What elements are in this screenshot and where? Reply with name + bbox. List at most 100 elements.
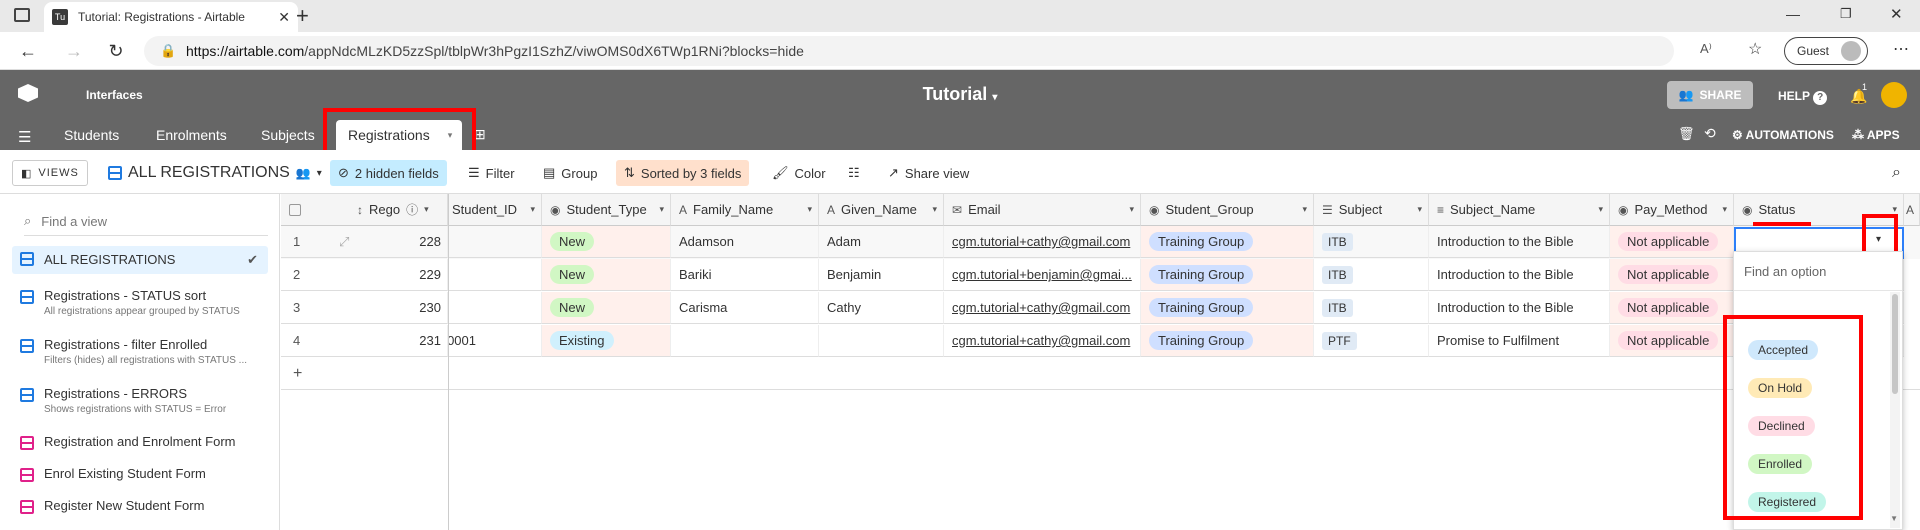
share-view-button[interactable]: ↗ Share view xyxy=(880,160,977,186)
close-tab-icon[interactable]: ✕ xyxy=(278,9,290,26)
help-link[interactable]: HELP ? xyxy=(1778,89,1828,105)
cell-given[interactable]: Benjamin xyxy=(819,259,944,291)
cell-subject-name[interactable]: Introduction to the Bible xyxy=(1429,292,1610,324)
menu-icon[interactable]: ☰ xyxy=(18,128,31,146)
sidebar-form-enrol-existing[interactable]: Enrol Existing Student Form xyxy=(12,466,268,482)
column-header-subject-name[interactable]: ≡ Subject_Name ▾ xyxy=(1429,194,1610,226)
email-link[interactable]: cgm.tutorial+benjamin@gmai... xyxy=(952,267,1132,282)
cell-student-id[interactable] xyxy=(448,292,542,324)
cell-student-type[interactable]: Existing xyxy=(542,325,671,357)
view-name-button[interactable]: ALL REGISTRATIONS 👥 ▾ xyxy=(100,160,330,186)
column-header-student-group[interactable]: ◉ Student_Group ▾ xyxy=(1141,194,1314,226)
subject-link-chip[interactable]: ITB xyxy=(1322,298,1353,317)
sidebar-view-errors[interactable]: Registrations - ERRORS Shows registratio… xyxy=(12,386,268,415)
forward-arrow-icon[interactable]: → xyxy=(60,38,88,64)
column-header-next[interactable]: A xyxy=(1904,194,1920,226)
cell-student-group[interactable]: Training Group xyxy=(1141,259,1314,291)
cell-student-group[interactable]: Training Group xyxy=(1141,226,1314,258)
cell-pay-method[interactable]: Not applicable xyxy=(1610,226,1734,258)
tab-students[interactable]: Students xyxy=(52,120,131,150)
column-header-student-type[interactable]: ◉ Student_Type ▾ xyxy=(542,194,671,226)
cell-row-number-rego[interactable]: 1 ⤢ 228 xyxy=(281,226,448,258)
url-input[interactable]: 🔒 https://airtable.com/appNdcMLzKD5zzSpl… xyxy=(144,36,1674,66)
email-link[interactable]: cgm.tutorial+cathy@gmail.com xyxy=(952,300,1130,315)
column-header-subject[interactable]: ☰ Subject ▾ xyxy=(1314,194,1429,226)
column-header-student-id[interactable]: Student_ID ▾ xyxy=(448,194,542,226)
apps-button[interactable]: ⁂ APPS xyxy=(1852,128,1900,142)
cell-email[interactable]: cgm.tutorial+benjamin@gmai... xyxy=(944,259,1141,291)
cell-family[interactable]: Carisma xyxy=(671,292,819,324)
share-button[interactable]: 👥 SHARE xyxy=(1667,81,1753,109)
cell-student-id[interactable] xyxy=(448,259,542,291)
cell-student-id[interactable]: 10001 xyxy=(448,325,542,357)
cell-student-group[interactable]: Training Group xyxy=(1141,292,1314,324)
sort-button[interactable]: ⇅ Sorted by 3 fields xyxy=(616,160,750,186)
guest-profile-button[interactable]: Guest xyxy=(1784,37,1868,65)
cell-pay-method[interactable]: Not applicable xyxy=(1610,259,1734,291)
group-button[interactable]: ▤ Group xyxy=(535,160,605,186)
find-view-input[interactable]: ⌕ Find a view xyxy=(24,210,268,232)
cell-given[interactable]: Cathy xyxy=(819,292,944,324)
filter-button[interactable]: ☰ Filter xyxy=(460,160,523,186)
column-header-family-name[interactable]: A Family_Name ▾ xyxy=(671,194,819,226)
cell-subject[interactable]: PTF xyxy=(1314,325,1429,357)
new-tab-icon[interactable]: + xyxy=(296,3,309,29)
read-aloud-icon[interactable]: A⁾ xyxy=(1700,41,1712,57)
cell-student-type[interactable]: New xyxy=(542,292,671,324)
minimize-icon[interactable]: — xyxy=(1786,6,1800,22)
cell-given[interactable]: Adam xyxy=(819,226,944,258)
sidebar-form-registration-enrolment[interactable]: Registration and Enrolment Form xyxy=(12,434,268,450)
column-header-email[interactable]: ✉ Email ▾ xyxy=(944,194,1141,226)
row-height-icon[interactable]: ☷ xyxy=(840,160,868,186)
cell-family[interactable] xyxy=(671,325,819,357)
add-record-button[interactable]: + xyxy=(281,358,448,390)
back-arrow-icon[interactable]: ← xyxy=(14,38,42,64)
tab-actions-icon[interactable] xyxy=(14,8,30,22)
cell-family[interactable]: Bariki xyxy=(671,259,819,291)
dropdown-scrollbar[interactable] xyxy=(1890,292,1900,528)
history-icon[interactable]: ⟲ xyxy=(1704,125,1716,142)
restore-icon[interactable]: ❐ xyxy=(1840,6,1852,22)
cell-row-number-rego[interactable]: 3 230 xyxy=(281,292,448,324)
automations-button[interactable]: ⚙ AUTOMATIONS xyxy=(1732,128,1834,142)
favorites-icon[interactable]: ☆ xyxy=(1748,39,1762,59)
cell-row-number-rego[interactable]: 4 231 xyxy=(281,325,448,357)
sidebar-view-status-sort[interactable]: Registrations - STATUS sort All registra… xyxy=(12,288,268,317)
sidebar-view-all-registrations[interactable]: ALL REGISTRATIONS ✔ xyxy=(12,246,268,274)
sidebar-form-register-new[interactable]: Register New Student Form xyxy=(12,498,268,514)
find-option-input[interactable]: Find an option xyxy=(1744,264,1826,279)
cell-email[interactable]: cgm.tutorial+cathy@gmail.com xyxy=(944,226,1141,258)
hidden-fields-button[interactable]: ⊘ 2 hidden fields xyxy=(330,160,447,186)
cell-subject[interactable]: ITB xyxy=(1314,226,1429,258)
tab-enrolments[interactable]: Enrolments xyxy=(144,120,239,150)
subject-link-chip[interactable]: PTF xyxy=(1322,331,1357,350)
select-all-checkbox[interactable] xyxy=(289,203,301,216)
scrollbar-thumb[interactable] xyxy=(1892,294,1898,394)
trash-icon[interactable]: 🗑 xyxy=(1678,126,1695,142)
subject-link-chip[interactable]: ITB xyxy=(1322,232,1353,251)
email-link[interactable]: cgm.tutorial+cathy@gmail.com xyxy=(952,234,1130,249)
cell-pay-method[interactable]: Not applicable xyxy=(1610,292,1734,324)
column-header-rego[interactable]: ↕ Rego ⓘ ▾ xyxy=(281,194,448,226)
close-window-icon[interactable]: ✕ xyxy=(1890,5,1903,23)
cell-subject[interactable]: ITB xyxy=(1314,259,1429,291)
cell-subject-name[interactable]: Introduction to the Bible xyxy=(1429,259,1610,291)
scroll-down-icon[interactable]: ▼ xyxy=(1890,514,1898,523)
cell-given[interactable] xyxy=(819,325,944,357)
add-record-row[interactable] xyxy=(448,358,1920,390)
table-row[interactable]: 4 231 10001 Existing cgm.tutorial+cathy@gmai… xyxy=(281,325,1920,358)
browser-tab[interactable]: Tu Tutorial: Registrations - Airtable ✕ xyxy=(44,2,298,32)
table-row[interactable]: 1 ⤢ 228 New Adamson Adam cgm.tutorial+cathy@gm… xyxy=(281,226,1920,259)
subject-link-chip[interactable]: ITB xyxy=(1322,265,1353,284)
cell-email[interactable]: cgm.tutorial+cathy@gmail.com xyxy=(944,292,1141,324)
expand-record-icon[interactable]: ⤢ xyxy=(339,234,349,250)
base-title[interactable]: Tutorial ▾ xyxy=(0,84,1920,105)
tab-subjects[interactable]: Subjects xyxy=(249,120,327,150)
user-avatar[interactable] xyxy=(1881,82,1907,108)
sidebar-view-filter-enrolled[interactable]: Registrations - filter Enrolled Filters … xyxy=(12,337,268,366)
cell-email[interactable]: cgm.tutorial+cathy@gmail.com xyxy=(944,325,1141,357)
cell-student-type[interactable]: New xyxy=(542,259,671,291)
column-header-given-name[interactable]: A Given_Name ▾ xyxy=(819,194,944,226)
cell-subject[interactable]: ITB xyxy=(1314,292,1429,324)
color-button[interactable]: 🖌 Color xyxy=(764,160,834,186)
